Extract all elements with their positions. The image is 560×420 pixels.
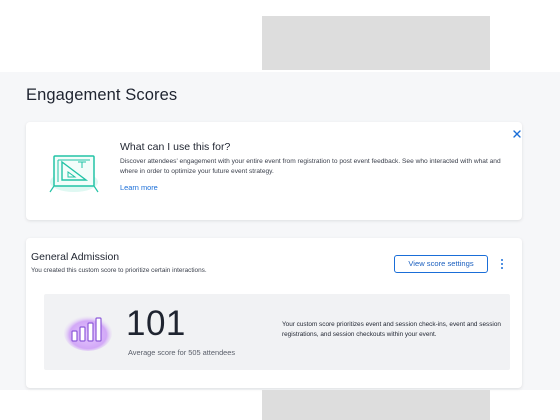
close-icon[interactable] bbox=[511, 128, 523, 140]
image-placeholder-bottom bbox=[262, 390, 490, 420]
blueprint-icon bbox=[48, 148, 100, 196]
score-title: General Admission bbox=[31, 251, 120, 263]
score-panel: 101 Average score for 505 attendees Your… bbox=[44, 294, 510, 370]
image-placeholder-top bbox=[262, 16, 490, 70]
app-window: Engagement Scores What can I use this fo… bbox=[0, 0, 560, 420]
info-description: Discover attendees' engagement with your… bbox=[120, 158, 501, 175]
score-subtitle: You created this custom score to priorit… bbox=[31, 267, 207, 274]
score-card: General Admission You created this custo… bbox=[26, 238, 522, 388]
score-explanation: Your custom score prioritizes event and … bbox=[282, 321, 501, 338]
average-score-value: 101 bbox=[126, 304, 186, 343]
info-card: What can I use this for? Discover attend… bbox=[26, 122, 522, 220]
more-vertical-icon[interactable] bbox=[496, 257, 508, 271]
view-score-settings-button[interactable]: View score settings bbox=[394, 255, 488, 273]
page-title: Engagement Scores bbox=[26, 86, 178, 104]
info-title: What can I use this for? bbox=[120, 141, 231, 153]
bar-chart-icon bbox=[64, 309, 114, 353]
learn-more-link[interactable]: Learn more bbox=[120, 183, 158, 192]
average-score-caption: Average score for 505 attendees bbox=[128, 348, 236, 357]
